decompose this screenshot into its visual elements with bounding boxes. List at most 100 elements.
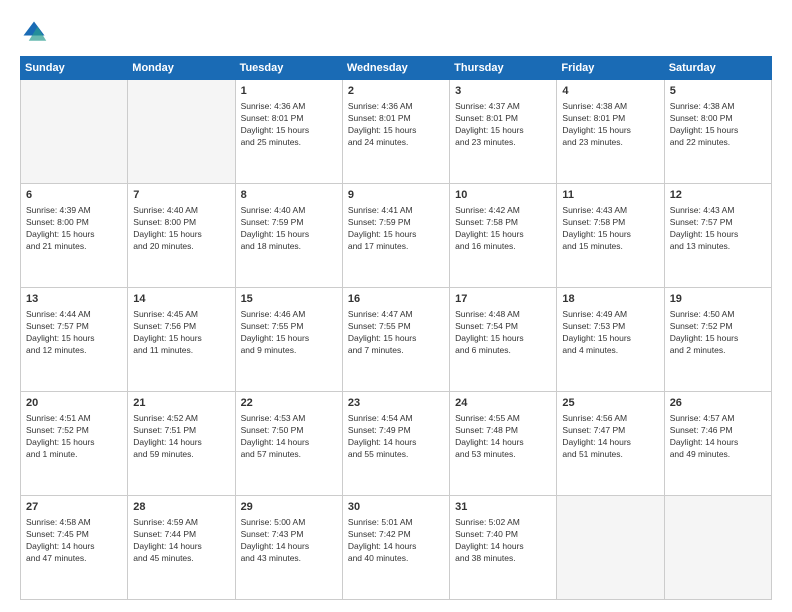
logo-icon <box>20 18 48 46</box>
day-info: Sunrise: 4:36 AM Sunset: 8:01 PM Dayligh… <box>348 101 444 149</box>
calendar-day-cell: 8 Sunrise: 4:40 AM Sunset: 7:59 PM Daylig… <box>235 184 342 288</box>
calendar-day-cell: 7 Sunrise: 4:40 AM Sunset: 8:00 PM Daylig… <box>128 184 235 288</box>
day-info: Sunrise: 5:00 AM Sunset: 7:43 PM Dayligh… <box>241 517 337 565</box>
day-number: 8 <box>241 188 337 203</box>
calendar-day-cell: 14 Sunrise: 4:45 AM Sunset: 7:56 PM Dayli… <box>128 288 235 392</box>
day-info: Sunrise: 4:53 AM Sunset: 7:50 PM Dayligh… <box>241 413 337 461</box>
calendar-day-cell: 26 Sunrise: 4:57 AM Sunset: 7:46 PM Dayli… <box>664 392 771 496</box>
calendar-week-row: 20 Sunrise: 4:51 AM Sunset: 7:52 PM Dayli… <box>21 392 772 496</box>
day-info: Sunrise: 4:40 AM Sunset: 8:00 PM Dayligh… <box>133 205 229 253</box>
day-info: Sunrise: 4:36 AM Sunset: 8:01 PM Dayligh… <box>241 101 337 149</box>
calendar-day-cell <box>664 496 771 600</box>
day-number: 28 <box>133 500 229 515</box>
day-number: 16 <box>348 292 444 307</box>
calendar-day-cell: 15Sunrise: 4:46 AM Sunset: 7:55 PM Dayli… <box>235 288 342 392</box>
day-number: 6 <box>26 188 122 203</box>
calendar-day-cell: 20 Sunrise: 4:51 AM Sunset: 7:52 PM Dayli… <box>21 392 128 496</box>
day-info: Sunrise: 4:41 AM Sunset: 7:59 PM Dayligh… <box>348 205 444 253</box>
day-info: Sunrise: 4:48 AM Sunset: 7:54 PM Dayligh… <box>455 309 551 357</box>
day-number: 30 <box>348 500 444 515</box>
day-info: Sunrise: 4:43 AM Sunset: 7:57 PM Dayligh… <box>670 205 766 253</box>
calendar-week-row: 27 Sunrise: 4:58 AM Sunset: 7:45 PM Dayli… <box>21 496 772 600</box>
day-info: Sunrise: 4:55 AM Sunset: 7:48 PM Dayligh… <box>455 413 551 461</box>
day-number: 19 <box>670 292 766 307</box>
calendar-day-cell <box>128 80 235 184</box>
day-info: Sunrise: 4:44 AM Sunset: 7:57 PM Dayligh… <box>26 309 122 357</box>
day-number: 27 <box>26 500 122 515</box>
calendar-day-cell: 9 Sunrise: 4:41 AM Sunset: 7:59 PM Daylig… <box>342 184 449 288</box>
day-info: Sunrise: 4:52 AM Sunset: 7:51 PM Dayligh… <box>133 413 229 461</box>
day-info: Sunrise: 4:58 AM Sunset: 7:45 PM Dayligh… <box>26 517 122 565</box>
day-number: 12 <box>670 188 766 203</box>
day-number: 22 <box>241 396 337 411</box>
day-number: 7 <box>133 188 229 203</box>
calendar-day-cell: 31 Sunrise: 5:02 AM Sunset: 7:40 PM Dayli… <box>450 496 557 600</box>
day-info: Sunrise: 4:59 AM Sunset: 7:44 PM Dayligh… <box>133 517 229 565</box>
calendar-day-cell: 21 Sunrise: 4:52 AM Sunset: 7:51 PM Dayli… <box>128 392 235 496</box>
calendar-day-cell: 19 Sunrise: 4:50 AM Sunset: 7:52 PM Dayli… <box>664 288 771 392</box>
calendar-week-row: 13 Sunrise: 4:44 AM Sunset: 7:57 PM Dayli… <box>21 288 772 392</box>
calendar-week-row: 1Sunrise: 4:36 AM Sunset: 8:01 PM Daylig… <box>21 80 772 184</box>
calendar-day-cell: 29 Sunrise: 5:00 AM Sunset: 7:43 PM Dayli… <box>235 496 342 600</box>
calendar-day-cell: 3 Sunrise: 4:37 AM Sunset: 8:01 PM Daylig… <box>450 80 557 184</box>
calendar-day-cell: 11 Sunrise: 4:43 AM Sunset: 7:58 PM Dayli… <box>557 184 664 288</box>
calendar-day-cell: 6 Sunrise: 4:39 AM Sunset: 8:00 PM Daylig… <box>21 184 128 288</box>
day-info: Sunrise: 4:43 AM Sunset: 7:58 PM Dayligh… <box>562 205 658 253</box>
day-number: 20 <box>26 396 122 411</box>
calendar-weekday-header: Sunday <box>21 57 128 80</box>
day-info: Sunrise: 4:54 AM Sunset: 7:49 PM Dayligh… <box>348 413 444 461</box>
day-info: Sunrise: 4:57 AM Sunset: 7:46 PM Dayligh… <box>670 413 766 461</box>
day-number: 13 <box>26 292 122 307</box>
day-info: Sunrise: 4:37 AM Sunset: 8:01 PM Dayligh… <box>455 101 551 149</box>
day-info: Sunrise: 4:40 AM Sunset: 7:59 PM Dayligh… <box>241 205 337 253</box>
page: SundayMondayTuesdayWednesdayThursdayFrid… <box>0 0 792 612</box>
day-number: 26 <box>670 396 766 411</box>
calendar-day-cell: 1Sunrise: 4:36 AM Sunset: 8:01 PM Daylig… <box>235 80 342 184</box>
calendar-day-cell: 16 Sunrise: 4:47 AM Sunset: 7:55 PM Dayli… <box>342 288 449 392</box>
calendar-day-cell: 23 Sunrise: 4:54 AM Sunset: 7:49 PM Dayli… <box>342 392 449 496</box>
day-info: Sunrise: 4:38 AM Sunset: 8:00 PM Dayligh… <box>670 101 766 149</box>
calendar-weekday-header: Tuesday <box>235 57 342 80</box>
calendar-day-cell: 10 Sunrise: 4:42 AM Sunset: 7:58 PM Dayli… <box>450 184 557 288</box>
day-number: 11 <box>562 188 658 203</box>
day-info: Sunrise: 4:42 AM Sunset: 7:58 PM Dayligh… <box>455 205 551 253</box>
calendar-day-cell: 5Sunrise: 4:38 AM Sunset: 8:00 PM Daylig… <box>664 80 771 184</box>
day-number: 18 <box>562 292 658 307</box>
day-number: 24 <box>455 396 551 411</box>
day-number: 31 <box>455 500 551 515</box>
calendar-day-cell <box>21 80 128 184</box>
header <box>20 18 772 46</box>
calendar-day-cell: 4Sunrise: 4:38 AM Sunset: 8:01 PM Daylig… <box>557 80 664 184</box>
day-number: 23 <box>348 396 444 411</box>
day-number: 25 <box>562 396 658 411</box>
calendar-week-row: 6 Sunrise: 4:39 AM Sunset: 8:00 PM Daylig… <box>21 184 772 288</box>
day-info: Sunrise: 4:45 AM Sunset: 7:56 PM Dayligh… <box>133 309 229 357</box>
day-number: 9 <box>348 188 444 203</box>
day-number: 14 <box>133 292 229 307</box>
day-info: Sunrise: 5:01 AM Sunset: 7:42 PM Dayligh… <box>348 517 444 565</box>
day-info: Sunrise: 4:46 AM Sunset: 7:55 PM Dayligh… <box>241 309 337 357</box>
day-info: Sunrise: 4:47 AM Sunset: 7:55 PM Dayligh… <box>348 309 444 357</box>
day-info: Sunrise: 5:02 AM Sunset: 7:40 PM Dayligh… <box>455 517 551 565</box>
calendar-weekday-header: Saturday <box>664 57 771 80</box>
day-number: 29 <box>241 500 337 515</box>
calendar-day-cell: 17Sunrise: 4:48 AM Sunset: 7:54 PM Dayli… <box>450 288 557 392</box>
day-number: 10 <box>455 188 551 203</box>
calendar-day-cell: 22 Sunrise: 4:53 AM Sunset: 7:50 PM Dayli… <box>235 392 342 496</box>
calendar-day-cell: 30 Sunrise: 5:01 AM Sunset: 7:42 PM Dayli… <box>342 496 449 600</box>
calendar-header-row: SundayMondayTuesdayWednesdayThursdayFrid… <box>21 57 772 80</box>
logo <box>20 18 52 46</box>
calendar-day-cell: 2 Sunrise: 4:36 AM Sunset: 8:01 PM Daylig… <box>342 80 449 184</box>
calendar-day-cell: 12 Sunrise: 4:43 AM Sunset: 7:57 PM Dayli… <box>664 184 771 288</box>
day-info: Sunrise: 4:50 AM Sunset: 7:52 PM Dayligh… <box>670 309 766 357</box>
day-number: 21 <box>133 396 229 411</box>
calendar-weekday-header: Thursday <box>450 57 557 80</box>
day-info: Sunrise: 4:39 AM Sunset: 8:00 PM Dayligh… <box>26 205 122 253</box>
day-number: 3 <box>455 84 551 99</box>
calendar-day-cell: 24 Sunrise: 4:55 AM Sunset: 7:48 PM Dayli… <box>450 392 557 496</box>
day-number: 4 <box>562 84 658 99</box>
calendar-weekday-header: Wednesday <box>342 57 449 80</box>
day-number: 2 <box>348 84 444 99</box>
day-info: Sunrise: 4:56 AM Sunset: 7:47 PM Dayligh… <box>562 413 658 461</box>
day-info: Sunrise: 4:51 AM Sunset: 7:52 PM Dayligh… <box>26 413 122 461</box>
